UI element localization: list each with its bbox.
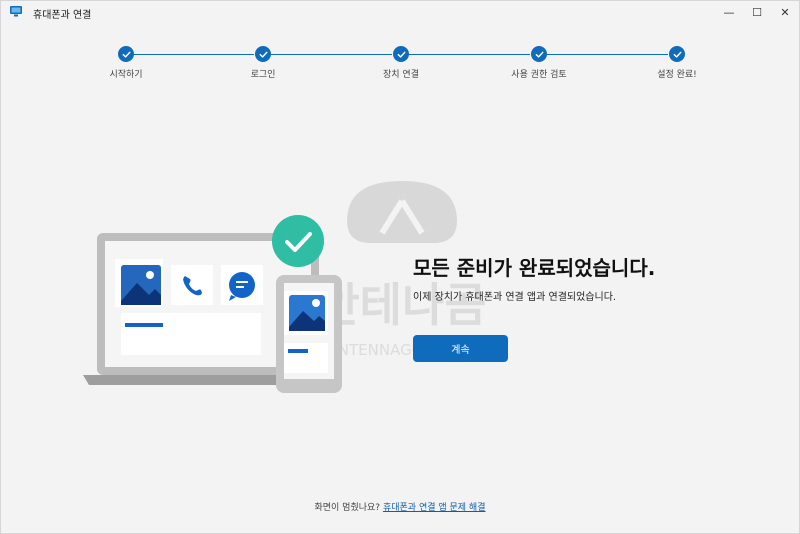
- device-illustration: [83, 215, 342, 393]
- app-window: 휴대폰과 연결 — ☐ ✕ 시작하기 로그인 장치 연결 사용 권한 검토 설정…: [0, 0, 800, 534]
- step-connector: [547, 54, 668, 55]
- window-title: 휴대폰과 연결: [33, 10, 92, 21]
- step-label-setup-complete: 설정 완료!: [657, 70, 697, 80]
- step-complete-indicator: [393, 46, 409, 62]
- checkmark-icon: [397, 51, 405, 58]
- step-label-sign-in: 로그인: [250, 70, 276, 80]
- checkmark-icon: [122, 51, 130, 58]
- maximize-icon: ☐: [752, 5, 762, 19]
- troubleshoot-link[interactable]: 휴대폰과 연결 앱 문제 해결: [383, 503, 486, 513]
- photo-icon: [121, 265, 161, 305]
- checkmark-icon: [535, 51, 543, 58]
- success-checkmark-icon: [272, 215, 324, 267]
- minimize-icon: —: [723, 5, 735, 19]
- step-complete-indicator: [669, 46, 685, 62]
- checkmark-icon: [259, 51, 267, 58]
- continue-button[interactable]: 계속: [413, 335, 508, 362]
- minimize-button[interactable]: —: [715, 1, 743, 23]
- close-button[interactable]: ✕: [771, 1, 799, 23]
- step-label-connect-device: 장치 연결: [383, 70, 419, 80]
- title-bar[interactable]: 휴대폰과 연결 — ☐ ✕: [1, 1, 799, 23]
- page-description: 이제 장치가 휴대폰과 연결 앱과 연결되었습니다.: [413, 292, 617, 303]
- setup-stepper: 시작하기 로그인 장치 연결 사용 권한 검토 설정 완료!: [1, 41, 799, 91]
- step-connector: [271, 54, 392, 55]
- step-label-start: 시작하기: [109, 70, 143, 80]
- step-label-review-permissions: 사용 권한 검토: [511, 70, 567, 80]
- step-complete-indicator: [531, 46, 547, 62]
- step-connector: [134, 54, 254, 55]
- page-title: 모든 준비가 완료되었습니다.: [413, 256, 656, 280]
- step-connector: [409, 54, 530, 55]
- maximize-button[interactable]: ☐: [743, 1, 771, 23]
- photo-icon: [289, 295, 325, 331]
- step-complete-indicator: [118, 46, 134, 62]
- app-icon: [10, 6, 22, 17]
- close-icon: ✕: [780, 5, 790, 19]
- checkmark-icon: [673, 51, 681, 58]
- footer-help: 화면이 멈췄나요? 휴대폰과 연결 앱 문제 해결: [1, 500, 799, 513]
- step-complete-indicator: [255, 46, 271, 62]
- continue-button-label: 계속: [451, 345, 470, 356]
- footer-question: 화면이 멈췄나요?: [314, 503, 381, 513]
